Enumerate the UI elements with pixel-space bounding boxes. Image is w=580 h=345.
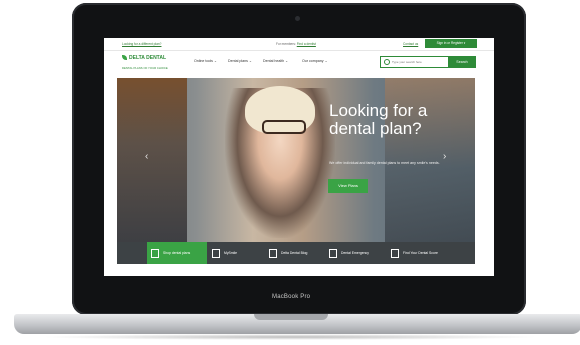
different-plan-link[interactable]: Looking for a different plan? (122, 42, 161, 46)
sign-in-button[interactable]: Sign in or Register ▾ (425, 39, 477, 48)
quick-link-mysmile[interactable]: MySmile (212, 242, 237, 264)
toothbrush-icon (212, 248, 220, 258)
logo-text: DELTA DENTAL (129, 55, 167, 61)
laptop-screen: Looking for a different plan? For member… (104, 38, 494, 276)
search-button[interactable]: Search (448, 56, 476, 68)
hero-photo-glasses (262, 120, 306, 134)
nav-dental-health[interactable]: Dental health ⌄ (263, 59, 288, 63)
hero-title: Looking for a dental plan? (329, 101, 428, 138)
utility-bar: Looking for a different plan? For member… (104, 38, 494, 51)
quick-links-bar: Shop dental plans MySmile Delta Dental B… (117, 242, 475, 264)
quick-link-label: Shop dental plans (163, 251, 191, 255)
quick-link-blog[interactable]: Delta Dental Blog (269, 242, 307, 264)
quick-link-label: Dental Emergency (341, 251, 369, 255)
quick-link-label: Find Your Dental Score (403, 251, 438, 255)
contact-us-link[interactable]: Contact us (403, 42, 418, 46)
logo-tagline: DENTAL PLANS OF YOUR CHOICE (122, 66, 168, 70)
nav-our-company[interactable]: Our company ⌄ (302, 59, 328, 63)
nav-online-tools[interactable]: Online tools ⌄ (194, 59, 217, 63)
hero-banner: ‹ › Looking for a dental plan? We offer … (117, 78, 475, 242)
members-text: For members: Find a dentist (276, 42, 316, 46)
nav-dental-plans[interactable]: Dental plans ⌄ (228, 59, 252, 63)
logo[interactable]: DELTA DENTAL (122, 55, 166, 61)
carousel-prev-button[interactable]: ‹ (145, 151, 148, 162)
document-icon (151, 248, 159, 258)
members-label: For members: (276, 42, 296, 46)
person-icon (269, 248, 277, 258)
quick-link-label: MySmile (224, 251, 237, 255)
hero-photo-man-left (117, 78, 187, 242)
device-brand-label: MacBook Pro (272, 294, 311, 300)
search-icon (384, 59, 390, 65)
screen-footer-area (104, 264, 494, 276)
quick-link-dental-score[interactable]: Find Your Dental Score (391, 242, 438, 264)
checklist-icon (391, 248, 399, 258)
hero-description: We offer individual and family dental pl… (329, 161, 440, 165)
emergency-icon (329, 248, 337, 258)
leaf-icon (122, 55, 127, 60)
find-dentist-link[interactable]: Find a dentist (297, 42, 316, 46)
laptop-notch (254, 314, 328, 320)
view-plans-button[interactable]: View Plans (328, 179, 368, 193)
search-input[interactable] (392, 60, 442, 64)
camera-icon (295, 16, 300, 21)
quick-link-label: Delta Dental Blog (281, 251, 308, 255)
quick-link-emergency[interactable]: Dental Emergency (329, 242, 369, 264)
main-nav: DELTA DENTAL DENTAL PLANS OF YOUR CHOICE… (104, 51, 494, 75)
laptop-shadow (40, 334, 540, 340)
search-box (380, 56, 449, 68)
quick-link-shop-plans[interactable]: Shop dental plans (147, 242, 207, 264)
carousel-next-button[interactable]: › (443, 151, 446, 162)
